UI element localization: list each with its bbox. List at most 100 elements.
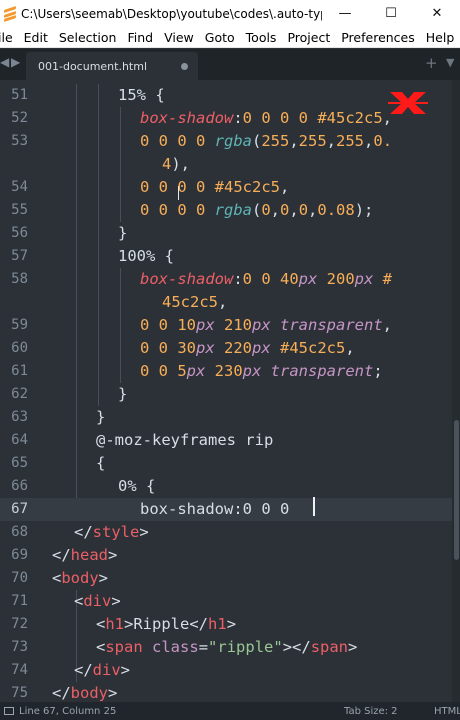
- code-token: 15% {: [118, 86, 165, 104]
- code-token: px: [298, 270, 327, 288]
- line-code: box-shadow:0 0 0: [140, 498, 289, 521]
- line-number: 65: [11, 455, 28, 471]
- tab-size-selector[interactable]: Tab Size: 2: [344, 706, 434, 717]
- code-token: ,: [289, 132, 299, 150]
- line-number: 67: [11, 501, 28, 517]
- code-token: }: [96, 408, 106, 426]
- tab-nav-right-icon[interactable]: ▶: [11, 55, 20, 69]
- new-tab-plus-icon[interactable]: +: [425, 54, 438, 72]
- line-code: }: [118, 383, 127, 406]
- menu-goto[interactable]: Goto: [199, 30, 240, 45]
- code-line[interactable]: 72 <h1>Ripple</h1>: [0, 613, 460, 636]
- tab-list-chevron-down-icon[interactable]: ▼: [446, 56, 454, 69]
- scrollbar-thumb[interactable]: [454, 420, 459, 560]
- code-token: </: [52, 684, 71, 702]
- code-token: 0 0 5: [140, 362, 187, 380]
- code-token: ,: [345, 339, 355, 357]
- line-number: 62: [11, 386, 28, 402]
- code-token: span: [105, 638, 153, 656]
- menu-bar: ile Edit Selection Find View Goto Tools …: [0, 27, 460, 48]
- minimize-button[interactable]: —: [322, 0, 368, 27]
- menu-preferences[interactable]: Preferences: [336, 30, 421, 45]
- code-token: px: [354, 270, 383, 288]
- code-line[interactable]: 61 0 0 5px 230px transparent;: [0, 360, 460, 383]
- code-line[interactable]: 60 0 0 30px 220px #45c2c5,: [0, 337, 460, 360]
- code-line[interactable]: 62}: [0, 383, 460, 406]
- code-token: :: [233, 109, 243, 127]
- code-line[interactable]: 56}: [0, 222, 460, 245]
- code-line[interactable]: 68 </style>: [0, 521, 460, 544]
- line-number: 64: [11, 432, 28, 448]
- code-token: 230: [214, 362, 243, 380]
- code-token: body: [61, 569, 99, 587]
- code-token: ,: [218, 293, 228, 311]
- code-line[interactable]: 69 </head>: [0, 544, 460, 567]
- code-token: 4: [162, 155, 172, 173]
- menu-edit[interactable]: Edit: [18, 30, 53, 45]
- code-line[interactable]: 55 0 0 0 0 rgba(0,0,0,0.08);: [0, 199, 460, 222]
- code-token: div: [92, 661, 121, 679]
- code-token: rgba: [214, 132, 252, 150]
- code-editor[interactable]: 51 15% {52 box-shadow:0 0 0 0 #45c2c5, 53 0 …: [0, 80, 460, 702]
- code-line[interactable]: 71 <div>: [0, 590, 460, 613]
- code-line[interactable]: 70 <body>: [0, 567, 460, 590]
- code-token: 255: [261, 132, 290, 150]
- line-number: 68: [11, 524, 28, 540]
- code-line[interactable]: 66 0% {: [0, 475, 460, 498]
- close-button[interactable]: ✕: [414, 0, 460, 27]
- menu-file[interactable]: ile: [0, 30, 18, 45]
- code-line[interactable]: 57 100% {: [0, 245, 460, 268]
- code-token: transparent: [280, 316, 383, 334]
- syntax-selector[interactable]: HTML: [434, 706, 460, 717]
- code-token: </: [74, 523, 93, 541]
- code-line[interactable]: 73 <span class="ripple"></span>: [0, 636, 460, 659]
- code-line[interactable]: 53 0 0 0 0 rgba(255,255,255,0.: [0, 130, 460, 153]
- code-token: >: [108, 684, 118, 702]
- panel-toggle-icon[interactable]: [4, 707, 14, 715]
- code-line[interactable]: 64 @-moz-keyframes rip: [0, 429, 460, 452]
- code-token: 255: [298, 132, 327, 150]
- code-token: 200: [326, 270, 355, 288]
- code-line[interactable]: 45c2c5,: [0, 291, 460, 314]
- line-number: 70: [11, 570, 28, 586]
- code-token: class: [152, 638, 199, 656]
- tab-nav-left-icon[interactable]: ◀: [0, 55, 9, 69]
- code-token: h1: [208, 615, 227, 633]
- code-token: ,: [308, 201, 318, 219]
- code-line[interactable]: 74 </div>: [0, 659, 460, 682]
- code-line[interactable]: 65 {: [0, 452, 460, 475]
- menu-project[interactable]: Project: [282, 30, 336, 45]
- menu-help[interactable]: Help: [420, 30, 460, 45]
- code-token: }: [118, 224, 128, 242]
- code-token: >: [98, 569, 109, 587]
- code-line[interactable]: 59 0 0 10px 210px transparent,: [0, 314, 460, 337]
- code-token: 0 0 10: [140, 316, 196, 334]
- line-code: 0 0 0 0 #45c2c5,: [140, 176, 289, 199]
- maximize-button[interactable]: ☐: [368, 0, 414, 27]
- code-token: <: [96, 615, 106, 633]
- code-token: @-moz-keyframes rip: [96, 431, 274, 449]
- code-line[interactable]: 54 0 0 0 0 #45c2c5,: [0, 176, 460, 199]
- code-token: :: [233, 270, 243, 288]
- code-token: >: [139, 523, 149, 541]
- menu-selection[interactable]: Selection: [53, 30, 122, 45]
- code-line[interactable]: 75 </body>: [0, 682, 460, 702]
- vertical-scrollbar[interactable]: [452, 80, 460, 702]
- code-line[interactable]: 63}: [0, 406, 460, 429]
- text-cursor: [313, 497, 315, 516]
- line-code: <body>: [52, 567, 108, 590]
- status-bar: Line 67, Column 25 Tab Size: 2 HTML: [0, 702, 460, 720]
- code-line[interactable]: 4),: [0, 153, 460, 176]
- code-token: 210: [224, 316, 252, 334]
- line-code: 0 0 0 0 rgba(0,0,0,0.08);: [140, 199, 373, 222]
- code-line[interactable]: 58 box-shadow:0 0 40px 200px #: [0, 268, 460, 291]
- code-line[interactable]: 67 box-shadow:0 0 0: [0, 498, 460, 521]
- unsaved-dot-icon[interactable]: [181, 63, 188, 70]
- tab-001-document[interactable]: 001-document.html: [26, 52, 198, 80]
- menu-view[interactable]: View: [159, 30, 200, 45]
- menu-tools[interactable]: Tools: [240, 30, 282, 45]
- code-token: box-shadow:0 0 0: [140, 500, 290, 518]
- code-token: <: [96, 638, 106, 656]
- code-token: h1: [105, 615, 125, 633]
- menu-find[interactable]: Find: [122, 30, 159, 45]
